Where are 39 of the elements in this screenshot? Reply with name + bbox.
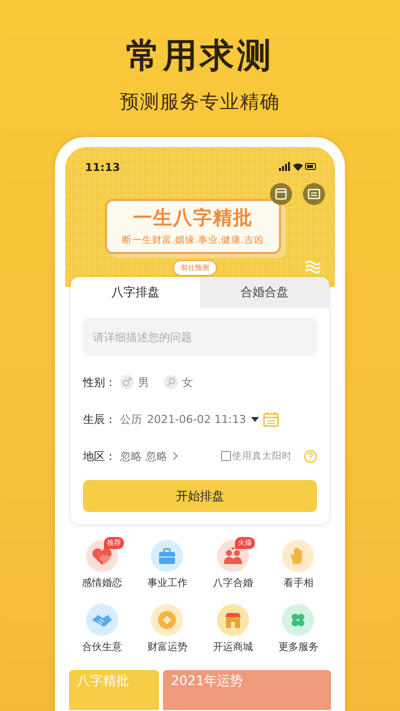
clover-icon[interactable] <box>282 604 314 636</box>
birth-label: 生辰： <box>83 412 116 426</box>
service-label[interactable]: 更多服务 <box>278 640 318 654</box>
caret-icon[interactable] <box>251 416 260 422</box>
gender-label: 性别： <box>83 374 116 390</box>
wave-icon[interactable] <box>305 260 321 274</box>
male-symbol-icon[interactable] <box>120 375 134 389</box>
tab[interactable]: 合婚合盘 <box>200 277 329 308</box>
status-time: 11:13 <box>85 160 120 174</box>
service-label[interactable]: 财富运势 <box>147 640 188 654</box>
headline-subtitle: 预测服务专业精确 <box>120 90 280 115</box>
service-label[interactable]: 八字合婚 <box>212 576 253 590</box>
coin-icon[interactable] <box>151 604 184 636</box>
birth-datetime[interactable]: 2021-06-02 11:13 <box>147 412 246 426</box>
status-icons <box>279 162 317 172</box>
female-symbol-icon[interactable] <box>164 375 178 389</box>
banner-title: 一生八字精批 <box>133 206 253 231</box>
headline-title: 常用求测 <box>126 35 274 77</box>
service-label[interactable]: 开运商城 <box>212 640 253 654</box>
region-value[interactable]: 忽略 忽略 <box>120 448 168 464</box>
service-label[interactable]: 看手相 <box>283 576 314 590</box>
handshake-icon[interactable] <box>86 604 118 636</box>
question-field[interactable]: 请详细描述您的问题 <box>83 318 317 356</box>
start-button[interactable]: 开始排盘 <box>83 480 317 512</box>
calendar-type[interactable]: 公历 <box>120 412 142 426</box>
checkbox[interactable] <box>221 451 231 461</box>
gender-option[interactable]: 男 <box>138 374 149 390</box>
help-icon[interactable] <box>304 450 317 462</box>
briefcase-icon[interactable] <box>151 540 184 572</box>
banner-subtitle: 断一生财富.姻缘.事业.健康.吉凶 <box>122 234 264 247</box>
storefront-icon[interactable] <box>216 604 249 636</box>
gender-option[interactable]: 女 <box>182 374 193 390</box>
service-label[interactable]: 事业工作 <box>147 576 188 590</box>
hand-icon[interactable] <box>282 540 314 572</box>
service-label[interactable]: 感情婚恋 <box>82 576 122 590</box>
tab[interactable]: 八字排盘 <box>71 277 200 308</box>
region-label: 地区： <box>83 448 116 464</box>
chevron-icon[interactable] <box>172 452 178 460</box>
service-label[interactable]: 合伙生意 <box>82 640 122 654</box>
